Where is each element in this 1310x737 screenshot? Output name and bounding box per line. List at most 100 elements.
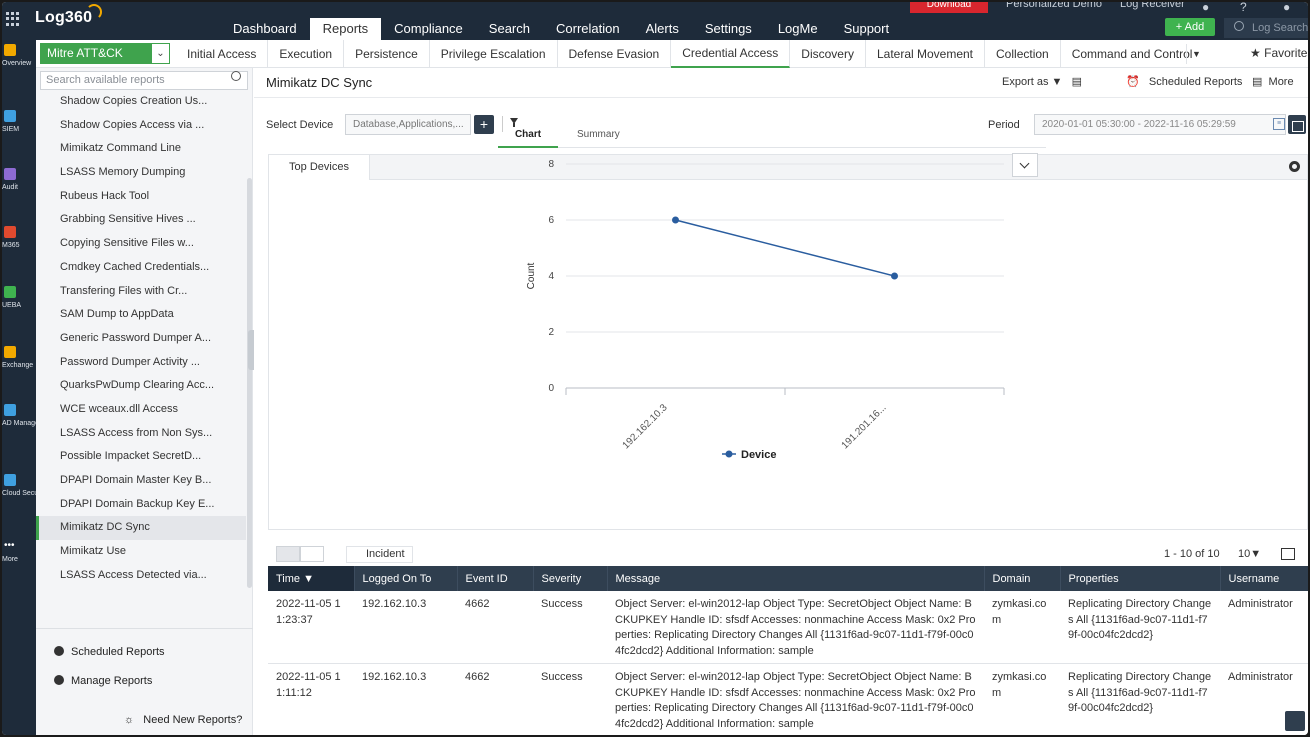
scheduled-reports-button[interactable]: ⏰ Scheduled Reports [1126,75,1242,88]
sidebar-scrollbar[interactable] [247,178,252,588]
rail-item-ad-management[interactable]: AD Management [2,404,55,444]
report-item[interactable]: DPAPI Domain Master Key B... [36,469,246,493]
add-button[interactable]: + Add [1165,18,1215,36]
report-item[interactable]: Mimikatz DC Sync [36,516,246,541]
report-item[interactable]: LSASS Access from Non Sys... [36,422,246,446]
rail-item-ueba[interactable]: UEBA [2,286,36,326]
log-receiver-link[interactable]: Log Receiver [1120,2,1185,10]
more-categories-caret-icon[interactable]: ▼ [1186,44,1206,64]
report-item[interactable]: LSASS Memory Dumping [36,161,246,185]
report-item[interactable]: Transfering Files with Cr... [36,280,246,304]
nav-settings[interactable]: Settings [692,18,765,40]
tab-defense-evasion[interactable]: Defense Evasion [558,40,672,68]
tab-initial-access[interactable]: Initial Access [176,40,269,68]
calendar-icon[interactable] [1288,115,1306,134]
cell-domain: zymkasi.com [984,591,1060,664]
favorites-link[interactable]: ★ Favorites [1250,46,1308,60]
tab-discovery[interactable]: Discovery [790,40,866,68]
table-row[interactable]: 2022-11-05 11:11:12 192.162.10.3 4662 Succe… [268,663,1308,735]
report-item[interactable]: SAM Dump to AppData [36,303,246,327]
report-search-input[interactable]: Search available reports [40,71,248,90]
rail-item-audit[interactable]: Audit [2,168,36,208]
help-icon[interactable]: ? [1240,2,1247,14]
report-item[interactable]: WCE wceaux.dll Access [36,398,246,422]
nav-reports[interactable]: Reports [309,18,382,40]
rail-item-overview[interactable]: Overview [2,44,36,84]
device-select-input[interactable]: Database,Applications,... [345,114,471,135]
grid-view-button[interactable] [276,546,300,562]
report-item[interactable]: Shadow Copies Access via ... [36,114,246,138]
report-item[interactable]: Rubeus Hack Tool [36,185,246,209]
need-new-reports-link[interactable]: ☼ Need New Reports? [124,714,242,726]
nav-dashboard[interactable]: Dashboard [220,18,310,40]
report-item[interactable]: Possible Impacket SecretD... [36,445,246,469]
report-item[interactable]: Generic Password Dumper A... [36,327,246,351]
report-item[interactable]: Mimikatz Use [36,540,246,564]
report-item[interactable]: Grabbing Sensitive Hives ... [36,208,246,232]
column-chooser-icon[interactable] [1281,548,1295,560]
app-logo[interactable]: Log360 [35,9,92,27]
pdf-icon[interactable]: ▤ [1072,76,1082,88]
tab-privilege-escalation[interactable]: Privilege Escalation [430,40,558,68]
download-button[interactable]: Download [910,2,988,13]
rail-item-siem[interactable]: SIEM [2,110,36,150]
manage-reports-link[interactable]: Manage Reports [54,675,152,687]
rail-item-m365[interactable]: M365 [2,226,36,266]
scheduled-reports-link[interactable]: Scheduled Reports [54,646,165,658]
tab-lateral-movement[interactable]: Lateral Movement [866,40,986,68]
column-header-event-id[interactable]: Event ID [457,566,534,591]
chevron-down-icon[interactable]: ⌄ [151,43,170,64]
report-item[interactable]: Copying Sensitive Files w... [36,232,246,256]
report-item[interactable]: QuarksPwDump Clearing Acc... [36,374,246,398]
nav-compliance[interactable]: Compliance [381,18,476,40]
per-page-select[interactable]: 10▼ [1238,548,1261,560]
nav-support[interactable]: Support [831,18,903,40]
category-select[interactable]: Mitre ATT&CK ⌄ [40,43,170,64]
main-nav: Dashboard Reports Compliance Search Correlat… [220,18,902,40]
more-button[interactable]: ▤ More [1252,75,1294,88]
tab-command-and-control[interactable]: Command and Control [1061,40,1204,68]
tab-summary[interactable]: Summary [577,125,620,148]
nav-search[interactable]: Search [476,18,543,40]
rail-item-exchange[interactable]: Exchange [2,346,36,386]
chat-icon[interactable] [1285,711,1305,731]
column-header-domain[interactable]: Domain [984,566,1061,591]
search-icon[interactable] [231,71,241,81]
gear-icon[interactable] [1289,161,1300,172]
apps-grid-icon[interactable] [6,12,20,26]
incident-button[interactable]: Incident [346,546,413,563]
tab-top-devices[interactable]: Top Devices [269,155,370,180]
add-device-button[interactable]: + [474,115,494,134]
report-item[interactable]: Cmdkey Cached Credentials... [36,256,246,280]
tab-credential-access[interactable]: Credential Access [671,40,791,68]
column-header-time[interactable]: Time ▼ [268,566,355,591]
report-item[interactable]: LSASS Access Detected via... [36,564,246,588]
rail-item-more[interactable]: ••• More [2,540,36,580]
user-icon[interactable]: ● [1283,2,1290,14]
tab-chart[interactable]: Chart [498,125,558,148]
period-preset-icon[interactable]: ≡ [1273,118,1285,130]
report-item[interactable]: Shadow Copies Creation Us... [36,90,246,114]
list-view-button[interactable] [300,546,324,562]
nav-correlation[interactable]: Correlation [543,18,633,40]
period-input[interactable]: 2020-01-01 05:30:00 - 2022-11-16 05:29:5… [1034,114,1286,135]
magnifier-icon [4,168,16,180]
personalized-demo-link[interactable]: Personalized Demo [1006,2,1102,10]
column-header-message[interactable]: Message [607,566,985,591]
bell-icon[interactable]: ● [1202,2,1209,14]
tab-collection[interactable]: Collection [985,40,1061,68]
report-item[interactable]: Mimikatz Command Line [36,137,246,161]
column-header-username[interactable]: Username [1220,566,1308,591]
table-row[interactable]: 2022-11-05 11:23:37 192.162.10.3 4662 Succe… [268,591,1308,664]
export-as-button[interactable]: Export as ▼ ▤ [1002,75,1082,88]
nav-alerts[interactable]: Alerts [633,18,692,40]
report-item[interactable]: Password Dumper Activity ... [36,351,246,375]
report-item[interactable]: DPAPI Domain Backup Key E... [36,493,246,517]
column-header-severity[interactable]: Severity [533,566,608,591]
column-header-properties[interactable]: Properties [1060,566,1221,591]
nav-logme[interactable]: LogMe [765,18,831,40]
column-header-logged-on-to[interactable]: Logged On To [354,566,458,591]
tab-persistence[interactable]: Persistence [344,40,430,68]
rail-item-cloud-security[interactable]: Cloud Security [2,474,48,514]
tab-execution[interactable]: Execution [268,40,345,68]
